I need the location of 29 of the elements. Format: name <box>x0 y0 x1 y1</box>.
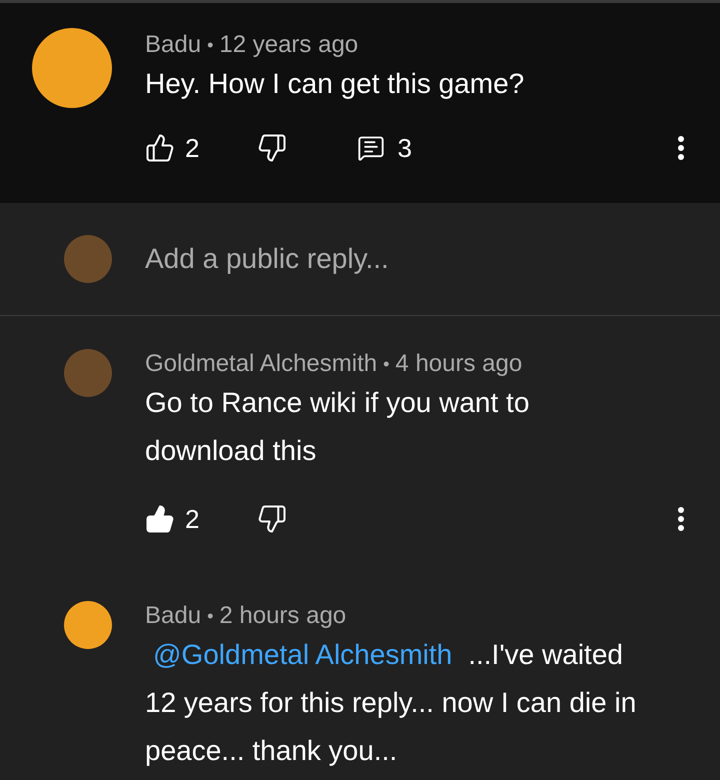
author-name[interactable]: Badu <box>145 601 202 631</box>
separator-dot: • <box>383 353 390 376</box>
reply-text: Go to Rance wiki if you want to download this <box>145 386 530 468</box>
like-button[interactable]: 2 <box>145 128 200 168</box>
mention-link[interactable]: @Goldmetal Alchesmith <box>153 639 452 670</box>
dislike-button[interactable] <box>257 504 288 534</box>
separator-dot: • <box>207 34 214 57</box>
more-icon <box>678 136 684 160</box>
reply-icon <box>357 134 386 162</box>
thumbs-down-icon <box>257 133 288 163</box>
reply-input-field[interactable]: Add a public reply... <box>145 238 720 280</box>
comment-text: Hey. How I can get this game? <box>145 67 526 101</box>
thumbs-down-icon <box>257 504 288 534</box>
avatar <box>64 601 112 649</box>
separator-dot: • <box>207 605 214 628</box>
author-name[interactable]: Badu <box>145 30 202 60</box>
more-icon <box>678 507 684 531</box>
reply-text: @Goldmetal Alchesmith ...I've waited 12 years for this reply... now I can die in peace... thank you... <box>145 638 638 768</box>
thumbs-up-icon <box>145 504 175 534</box>
thumbs-up-icon <box>145 133 175 163</box>
comment-time: 2 hours ago <box>219 601 346 631</box>
dislike-button[interactable] <box>257 133 288 163</box>
avatar <box>64 235 112 283</box>
comment-time: 4 hours ago <box>395 349 522 379</box>
author-name[interactable]: Goldmetal Alchesmith <box>145 349 378 379</box>
avatar <box>64 349 112 397</box>
like-button[interactable]: 2 <box>145 500 200 538</box>
comment-time: 12 years ago <box>219 30 358 60</box>
replies-button[interactable]: 3 <box>357 128 412 168</box>
